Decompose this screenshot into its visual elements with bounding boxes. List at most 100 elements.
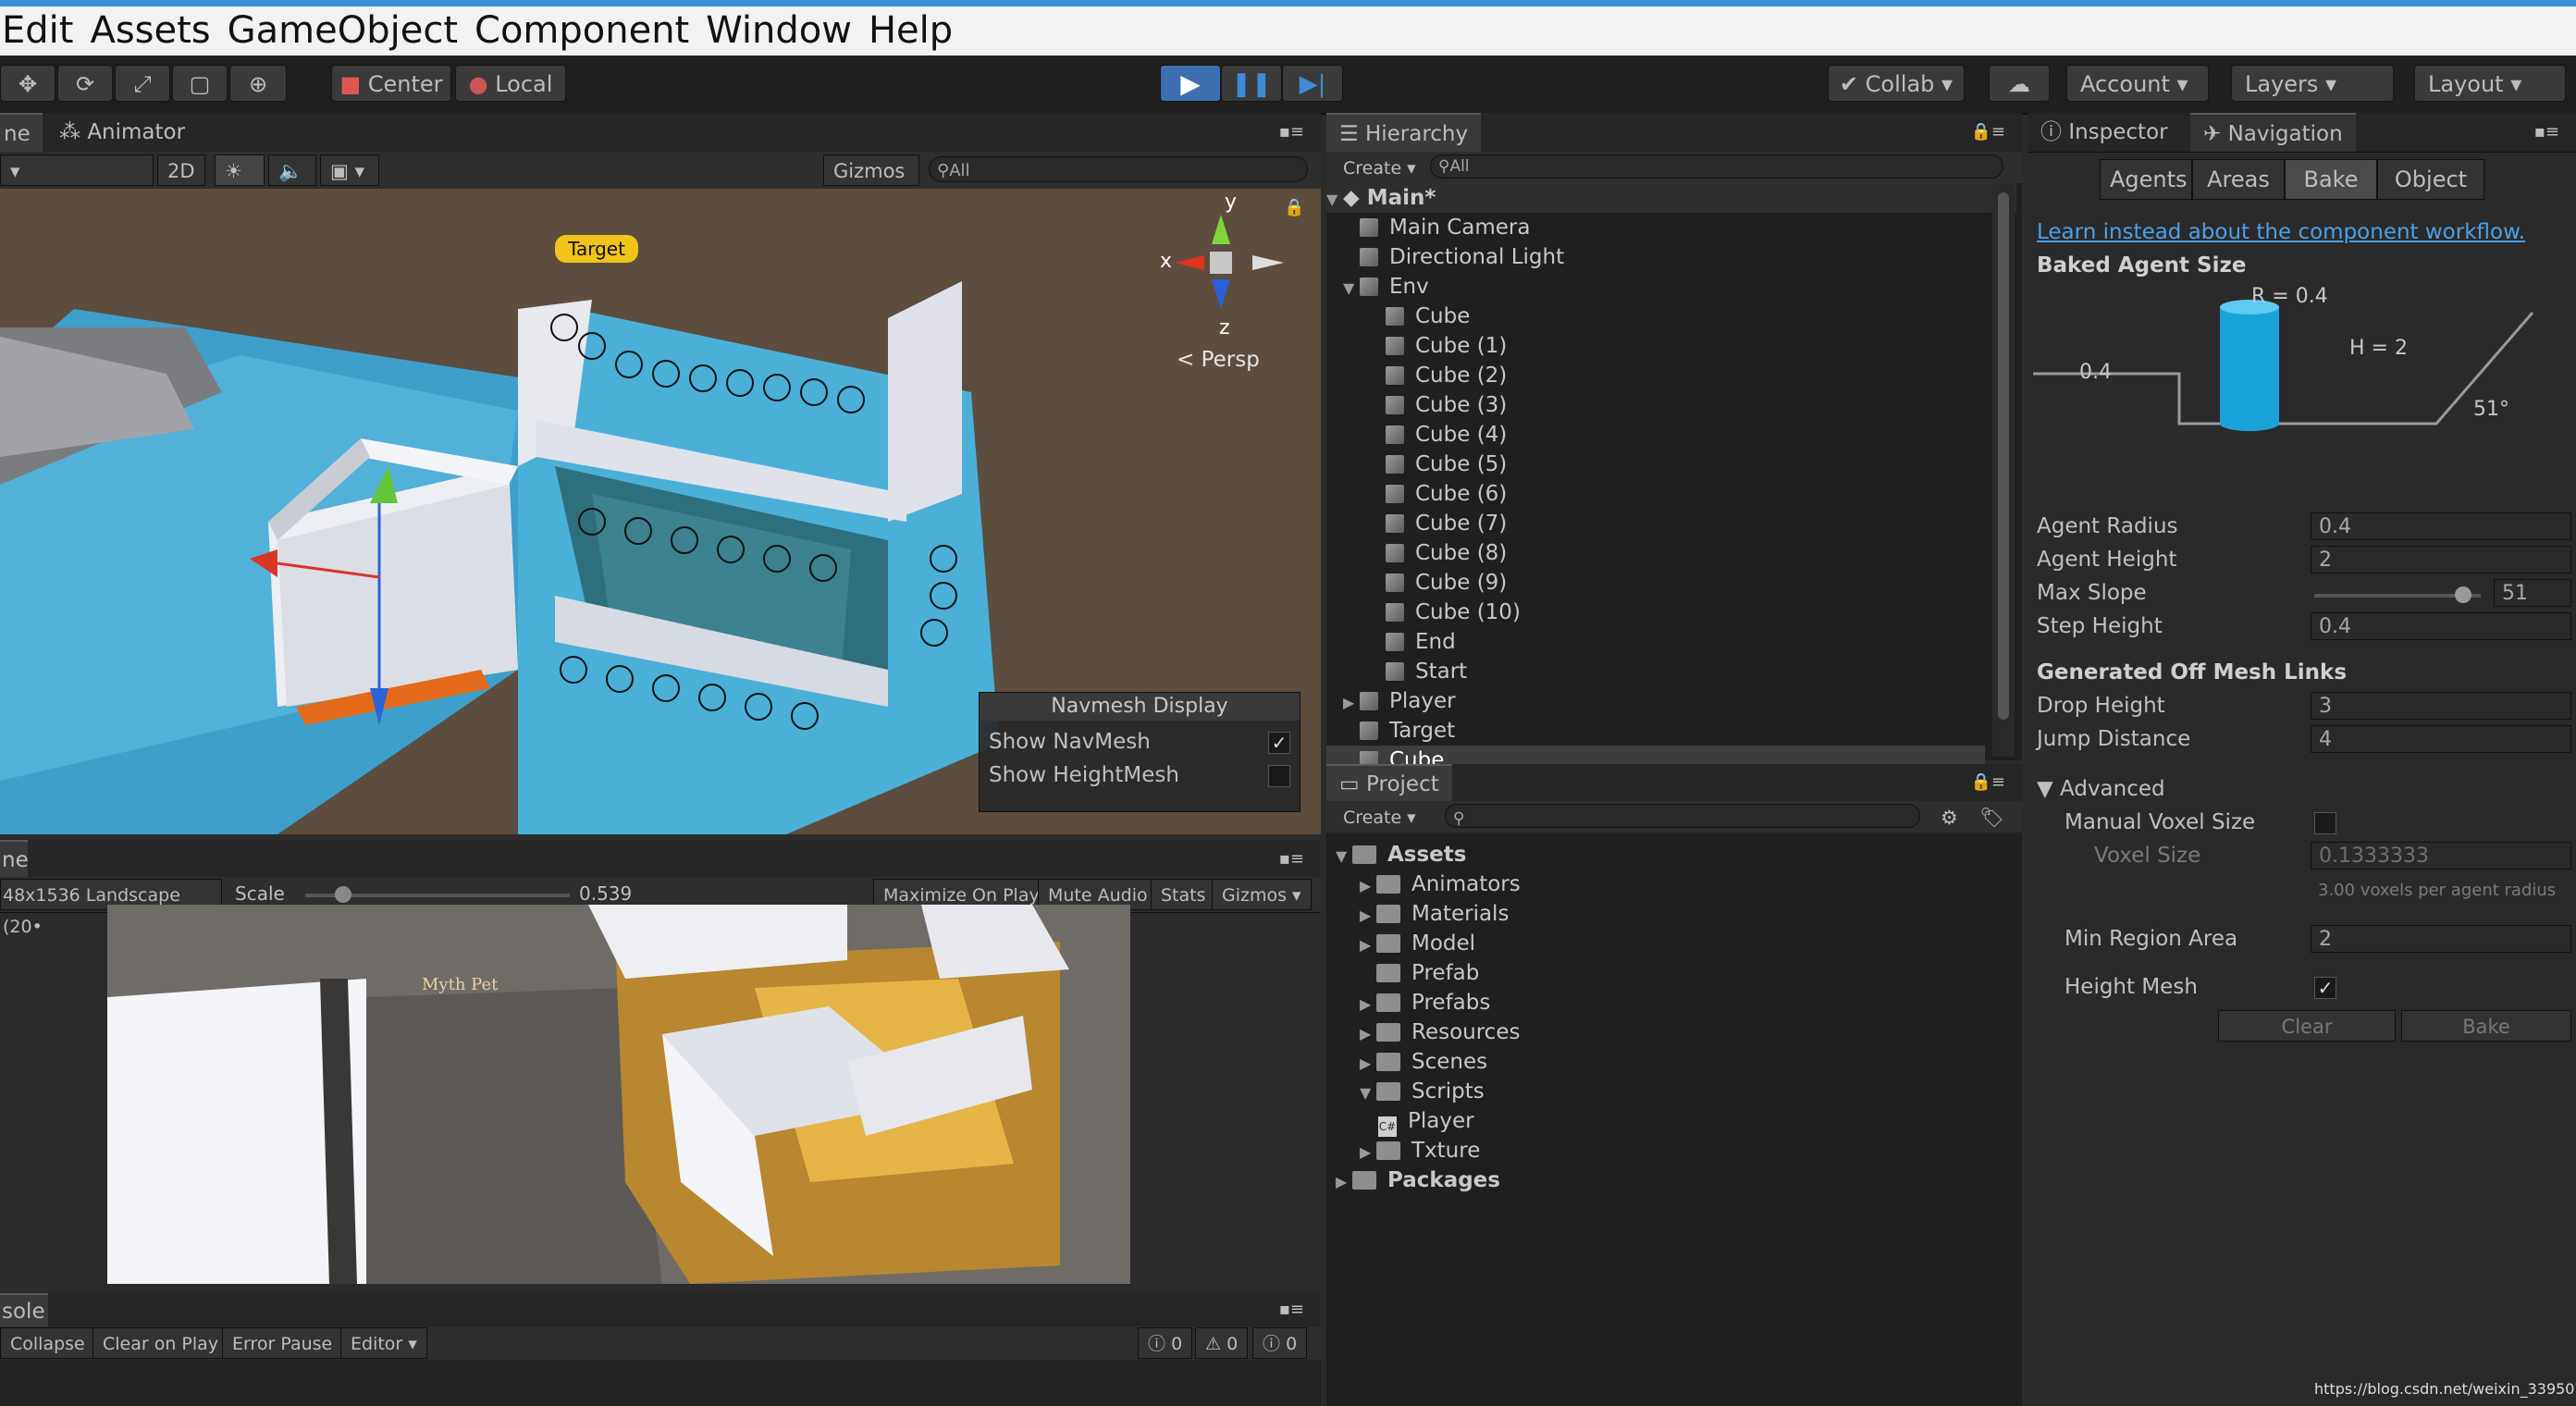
folder-row[interactable]: ▶ Prefabs xyxy=(1360,988,1490,1018)
tab-console[interactable]: sole xyxy=(0,1293,48,1326)
account-dropdown[interactable]: Account ▾ xyxy=(2066,65,2209,102)
cloud-button[interactable]: ☁ xyxy=(1989,65,2050,102)
manual-voxel-checkbox[interactable] xyxy=(2314,812,2336,834)
folder-expand-icon[interactable]: ▶ xyxy=(1360,931,1376,960)
folder-expand-icon[interactable]: ▶ xyxy=(1360,990,1376,1019)
hierarchy-item[interactable]: Cube (7) xyxy=(1326,509,1985,538)
filter-type-icon[interactable]: ⚙ xyxy=(1931,802,1967,833)
clear-on-play-toggle[interactable]: Clear on Play xyxy=(92,1327,229,1359)
subtab-areas[interactable]: Areas xyxy=(2192,159,2285,200)
hierarchy-item[interactable]: ▼ Env xyxy=(1326,272,1985,302)
step-button[interactable]: ▶| xyxy=(1282,65,1343,102)
height-mesh-checkbox[interactable]: ✓ xyxy=(2314,977,2336,999)
advanced-foldout[interactable]: ▼ Advanced xyxy=(2037,777,2165,801)
txture-expand-icon[interactable]: ▶ xyxy=(1360,1138,1376,1167)
expand-arrow-icon[interactable]: ▼ xyxy=(1343,274,1360,303)
audio-toggle[interactable]: 🔈 xyxy=(268,154,316,186)
warning-count-toggle[interactable]: ⚠ 0 xyxy=(1195,1327,1249,1359)
scene-root-row[interactable]: ▼ ◆ Main* xyxy=(1326,183,2016,213)
hierarchy-item[interactable]: Cube (8) xyxy=(1326,538,1985,568)
scene-gizmos-dropdown[interactable]: Gizmos ▾ xyxy=(823,154,919,214)
packages-expand-icon[interactable]: ▶ xyxy=(1336,1167,1352,1197)
folder-row[interactable]: ▶ Model xyxy=(1360,929,1475,958)
subtab-object[interactable]: Object xyxy=(2377,159,2484,200)
hierarchy-search-input[interactable]: ⚲All xyxy=(1430,154,2003,179)
assets-expand-icon[interactable]: ▼ xyxy=(1336,842,1352,871)
bake-button[interactable]: Bake xyxy=(2401,1010,2571,1042)
log-count-toggle[interactable]: ⓘ 0 xyxy=(1138,1327,1193,1359)
error-count-toggle[interactable]: ⓘ 0 xyxy=(1252,1327,1308,1359)
hierarchy-scrollbar[interactable] xyxy=(1992,183,2015,757)
assets-root-row[interactable]: ▼ Assets xyxy=(1336,840,1466,870)
game-gizmos-dropdown[interactable]: Gizmos ▾ xyxy=(1212,879,1312,910)
2d-toggle[interactable]: 2D xyxy=(157,154,205,186)
hierarchy-item[interactable]: Main Camera xyxy=(1326,213,1985,242)
folder-row[interactable]: ▶ Animators xyxy=(1360,870,1521,899)
step-height-field[interactable]: 0.4 xyxy=(2311,612,2571,640)
folder-expand-icon[interactable]: ▼ xyxy=(1360,1079,1376,1108)
jump-distance-field[interactable]: 4 xyxy=(2311,725,2571,753)
max-slope-slider-thumb[interactable] xyxy=(2455,586,2471,603)
folder-row[interactable]: ▶ Materials xyxy=(1360,899,1509,929)
effects-dropdown[interactable]: ▣ ▾ xyxy=(320,154,379,186)
transform-tool-button[interactable]: ⊕ xyxy=(229,65,287,102)
collapse-toggle[interactable]: Collapse xyxy=(0,1327,95,1359)
panel-menu-icon[interactable]: ▪≡ xyxy=(1266,113,1317,152)
menu-item-help[interactable]: Help xyxy=(869,9,953,52)
min-region-field[interactable]: 2 xyxy=(2311,925,2571,953)
stats-toggle[interactable]: Stats xyxy=(1151,879,1216,910)
hierarchy-item[interactable]: Cube (3) xyxy=(1326,390,1985,420)
component-workflow-link[interactable]: Learn instead about the component workfl… xyxy=(2037,220,2525,244)
tab-hierarchy[interactable]: ☰ Hierarchy xyxy=(1326,113,1482,152)
folder-expand-icon[interactable]: ▶ xyxy=(1360,901,1376,931)
hierarchy-item[interactable]: Directional Light xyxy=(1326,242,1985,272)
folder-row[interactable]: ▼ Scripts xyxy=(1360,1077,1485,1106)
scale-slider[interactable] xyxy=(305,886,570,903)
subtab-bake[interactable]: Bake xyxy=(2285,159,2377,200)
drop-height-field[interactable]: 3 xyxy=(2311,692,2571,720)
lock-icon[interactable]: 🔒 xyxy=(1284,198,1304,217)
tab-navigation[interactable]: ✈ Navigation xyxy=(2190,113,2356,152)
hierarchy-item[interactable]: Cube (1) xyxy=(1326,331,1985,361)
hierarchy-item[interactable]: Cube (10) xyxy=(1326,598,1985,627)
max-slope-slider[interactable] xyxy=(2314,586,2481,603)
folder-expand-icon[interactable]: ▶ xyxy=(1360,1049,1376,1079)
layers-dropdown[interactable]: Layers ▾ xyxy=(2231,65,2394,102)
tab-animator[interactable]: ⁂ Animator xyxy=(46,113,198,152)
persp-label[interactable]: < Persp xyxy=(1177,348,1260,372)
scale-slider-thumb[interactable] xyxy=(335,886,351,903)
folder-expand-icon[interactable]: ▶ xyxy=(1360,871,1376,901)
rect-tool-button[interactable]: ▢ xyxy=(172,65,228,102)
subtab-agents[interactable]: Agents xyxy=(2100,159,2192,200)
pivot-local-button[interactable]: ● Local xyxy=(455,65,566,102)
hierarchy-item[interactable]: Cube (5) xyxy=(1326,450,1985,479)
menu-item-edit[interactable]: Edit xyxy=(2,9,73,52)
hierarchy-item[interactable]: Start xyxy=(1326,657,1985,686)
pivot-center-button[interactable]: ■ Center xyxy=(331,65,451,102)
hierarchy-item[interactable]: ▶ Player xyxy=(1326,686,1985,716)
menu-item-window[interactable]: Window xyxy=(706,9,852,52)
folder-row[interactable]: ▶ Resources xyxy=(1360,1018,1520,1047)
clear-button[interactable]: Clear xyxy=(2218,1010,2396,1042)
game-viewport[interactable]: Myth Pet xyxy=(107,905,1130,1284)
folder-row[interactable]: ▶ Scenes xyxy=(1360,1047,1487,1077)
editor-dropdown[interactable]: Editor ▾ xyxy=(340,1327,427,1359)
error-pause-toggle[interactable]: Error Pause xyxy=(222,1327,343,1359)
folder-expand-icon[interactable]: ▶ xyxy=(1360,1019,1376,1049)
orientation-gizmo[interactable]: y x z xyxy=(1147,189,1295,339)
agent-radius-field[interactable]: 0.4 xyxy=(2311,512,2571,540)
project-create-dropdown[interactable]: Create ▾ xyxy=(1334,802,1425,833)
play-button[interactable]: ▶ xyxy=(1160,65,1221,102)
scale-tool-button[interactable]: ⤢ xyxy=(115,65,170,102)
hierarchy-scroll-thumb[interactable] xyxy=(1998,192,2009,720)
filter-label-icon[interactable]: 🏷 xyxy=(1970,802,2014,833)
hierarchy-item[interactable]: Target xyxy=(1326,716,1985,746)
show-heightmesh-checkbox[interactable] xyxy=(1268,765,1290,787)
hierarchy-item[interactable]: Cube (2) xyxy=(1326,361,1985,390)
console-panel-menu-icon[interactable]: ▪≡ xyxy=(1266,1293,1317,1326)
hierarchy-item[interactable]: Cube (4) xyxy=(1326,420,1985,450)
menu-item-component[interactable]: Component xyxy=(475,9,689,52)
hierarchy-item[interactable]: End xyxy=(1326,627,1985,657)
scene-search-input[interactable]: ⚲All xyxy=(929,156,1308,182)
hierarchy-item[interactable]: Cube (9) xyxy=(1326,568,1985,598)
